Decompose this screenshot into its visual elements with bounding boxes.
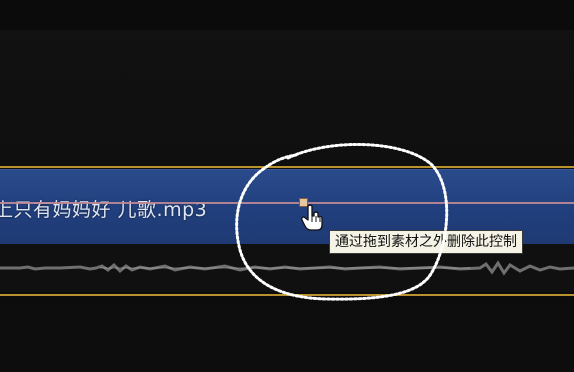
timeline-empty-area-bottom xyxy=(0,304,574,372)
timeline-empty-area-top xyxy=(0,0,574,30)
audio-track-bottom-border xyxy=(0,294,574,296)
timeline-viewport: 上只有妈妈好 儿歌.mp3 通过拖到素材之外删除此控制 xyxy=(0,0,574,372)
audio-clip-name: 上只有妈妈好 儿歌.mp3 xyxy=(0,199,208,221)
volume-rubberband-line[interactable] xyxy=(0,202,574,204)
hand-pointer-icon xyxy=(301,204,323,231)
tooltip: 通过拖到素材之外删除此控制 xyxy=(329,230,523,254)
audio-track-top-border xyxy=(0,166,574,168)
